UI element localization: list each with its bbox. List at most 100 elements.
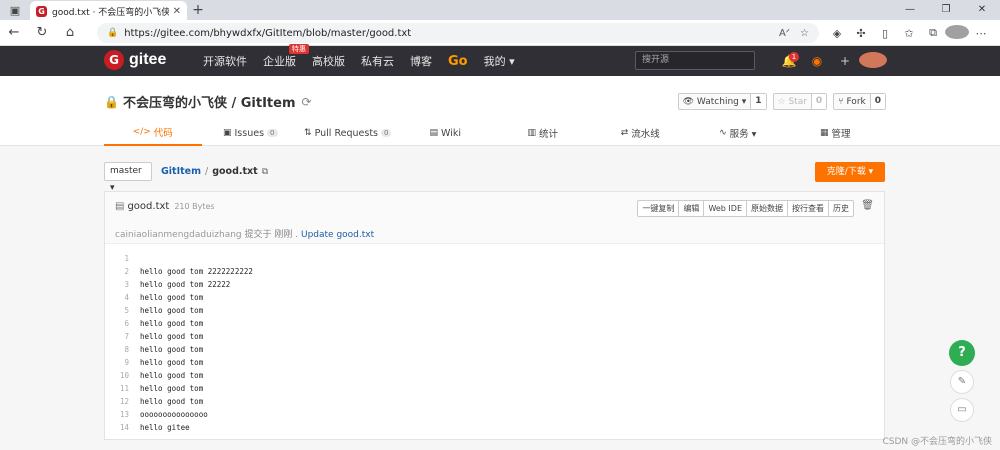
- add-icon[interactable]: +: [831, 54, 859, 68]
- watching-label: 👁 Watching ▾: [682, 96, 747, 107]
- issues-icon: ▣: [222, 128, 232, 138]
- nav-private-cloud[interactable]: 私有云: [361, 53, 394, 69]
- nav-enterprise[interactable]: 企业版 特惠: [263, 44, 309, 69]
- notification-bell-icon[interactable]: 🔔 1: [775, 52, 803, 68]
- close-window-icon[interactable]: ✕: [964, 0, 1000, 20]
- commit-message[interactable]: Update good.txt: [301, 230, 374, 240]
- delete-file-icon[interactable]: 🗑: [861, 200, 874, 211]
- profile-avatar[interactable]: [945, 24, 969, 42]
- back-icon[interactable]: ←: [0, 25, 28, 40]
- refresh-icon[interactable]: ↻: [28, 25, 56, 40]
- gitee-search-input[interactable]: 搜开源: [635, 51, 755, 70]
- more-icon[interactable]: ⋯: [969, 27, 993, 40]
- line-number[interactable]: 10: [105, 371, 129, 380]
- tab-wiki[interactable]: ▤ Wiki: [397, 120, 495, 146]
- chat-icon[interactable]: ▭: [950, 398, 974, 422]
- code-line: 13 ooooooooooooooo: [105, 408, 884, 421]
- tab-services[interactable]: ∿ 服务 ▾: [689, 120, 787, 146]
- code-line: 14 hello gitee: [105, 421, 884, 434]
- line-number[interactable]: 13: [105, 410, 129, 419]
- tab-manage[interactable]: ▦ 管理: [787, 120, 885, 146]
- tab-code[interactable]: </> 代码: [104, 120, 202, 146]
- code-line: 8 hello good tom: [105, 343, 884, 356]
- tab-pull-requests[interactable]: ⇅ Pull Requests 0: [299, 120, 397, 146]
- line-number[interactable]: 12: [105, 397, 129, 406]
- repo-actions: 👁 Watching ▾ 1 ☆ Star 0 ⑂ Fork 0: [672, 93, 886, 110]
- split-screen-icon[interactable]: ▯: [873, 27, 897, 40]
- read-aloud-icon[interactable]: Aᐟ: [779, 28, 790, 39]
- code-line: 12 hello good tom: [105, 395, 884, 408]
- close-tab-icon[interactable]: ✕: [173, 6, 181, 17]
- gitee-user-area: 🔔 1 ◉ +: [775, 46, 887, 76]
- watching-button[interactable]: 👁 Watching ▾ 1: [677, 93, 767, 110]
- collections-icon[interactable]: ⧉: [921, 26, 945, 40]
- wiki-icon: ▤: [429, 128, 439, 138]
- favorites-icon[interactable]: ✩: [897, 27, 921, 40]
- code-line: 7 hello good tom: [105, 330, 884, 343]
- branch-select[interactable]: master ▾: [104, 162, 152, 193]
- extension-icon[interactable]: ◈: [825, 27, 849, 40]
- tab-menu-icon[interactable]: ▣: [0, 0, 30, 20]
- blame-button[interactable]: 按行查看: [787, 201, 828, 216]
- nav-university[interactable]: 高校版: [312, 53, 345, 69]
- line-number[interactable]: 9: [105, 358, 129, 367]
- promo-badge: 特惠: [289, 44, 309, 54]
- raw-button[interactable]: 原始数据: [746, 201, 787, 216]
- star-button[interactable]: ☆ Star 0: [772, 93, 828, 110]
- fork-button[interactable]: ⑂ Fork 0: [833, 93, 886, 110]
- line-number[interactable]: 4: [105, 293, 129, 302]
- gitee-logo-text: gitee: [129, 51, 167, 68]
- sync-icon[interactable]: ⟳: [302, 95, 312, 109]
- clone-download-button[interactable]: 克隆/下载 ▾: [815, 162, 885, 182]
- line-number[interactable]: 11: [105, 384, 129, 393]
- tab-stats[interactable]: ▥ 统计: [494, 120, 592, 146]
- line-text: hello good tom: [140, 306, 204, 315]
- gitee-favicon-icon: G: [36, 5, 47, 17]
- nav-mine[interactable]: 我的 ▾: [484, 53, 515, 69]
- breadcrumb-repo[interactable]: GitItem: [161, 166, 201, 177]
- pull-requests-count: 0: [381, 129, 392, 137]
- browser-tab-strip: ▣ G good.txt · 不会压弯的小飞侠/Gitl ✕ + — ❐ ✕: [0, 0, 1000, 21]
- nav-open-source[interactable]: 开源软件: [203, 53, 247, 69]
- line-number[interactable]: 7: [105, 332, 129, 341]
- copy-path-icon[interactable]: ⧉: [262, 167, 268, 177]
- line-number[interactable]: 14: [105, 423, 129, 432]
- tab-pipeline[interactable]: ⇄ 流水线: [592, 120, 690, 146]
- new-tab-button[interactable]: +: [187, 2, 209, 18]
- watching-count: 1: [750, 94, 766, 109]
- history-button[interactable]: 历史: [828, 201, 853, 216]
- breadcrumb-separator: /: [205, 166, 209, 177]
- web-ide-button[interactable]: Web IDE: [703, 201, 746, 216]
- address-bar-row: ← ↻ ⌂ 🔒 https://gitee.com/bhywdxfx/GitIt…: [0, 20, 1000, 46]
- line-number[interactable]: 1: [105, 254, 129, 263]
- restore-icon[interactable]: ❐: [928, 0, 964, 20]
- file-size: 210 Bytes: [174, 202, 215, 211]
- repo-title-text[interactable]: 不会压弯的小飞侠 / GitItem: [123, 92, 296, 111]
- commit-author[interactable]: cainiaolianmengdaduizhang: [115, 230, 242, 240]
- help-button[interactable]: ?: [949, 340, 975, 366]
- repo-title: 🔒 不会压弯的小飞侠 / GitItem ⟳: [104, 92, 312, 112]
- line-number[interactable]: 8: [105, 345, 129, 354]
- file-icon: ▤: [115, 201, 125, 212]
- favorite-star-icon[interactable]: ☆: [800, 28, 809, 39]
- line-number[interactable]: 6: [105, 319, 129, 328]
- minimize-icon[interactable]: —: [892, 0, 928, 20]
- user-avatar[interactable]: [859, 51, 887, 71]
- nav-blog[interactable]: 博客: [410, 53, 432, 69]
- feedback-edit-icon[interactable]: ✎: [950, 370, 974, 394]
- url-field[interactable]: 🔒 https://gitee.com/bhywdxfx/GitItem/blo…: [97, 23, 819, 43]
- home-icon[interactable]: ⌂: [56, 25, 84, 40]
- location-pin-icon[interactable]: ◉: [803, 54, 831, 68]
- tab-issues[interactable]: ▣ Issues 0: [202, 120, 300, 146]
- copy-all-button[interactable]: 一键复制: [638, 201, 678, 216]
- line-text: hello good tom: [140, 293, 204, 302]
- gitee-logo[interactable]: G gitee: [104, 50, 166, 70]
- browser-tab[interactable]: G good.txt · 不会压弯的小飞侠/Gitl ✕: [30, 1, 187, 21]
- edit-button[interactable]: 编辑: [678, 201, 703, 216]
- line-number[interactable]: 5: [105, 306, 129, 315]
- line-number[interactable]: 2: [105, 267, 129, 276]
- code-icon: </>: [132, 127, 151, 137]
- nav-go[interactable]: Go: [448, 54, 468, 69]
- puzzle-icon[interactable]: ✣: [849, 27, 873, 40]
- line-number[interactable]: 3: [105, 280, 129, 289]
